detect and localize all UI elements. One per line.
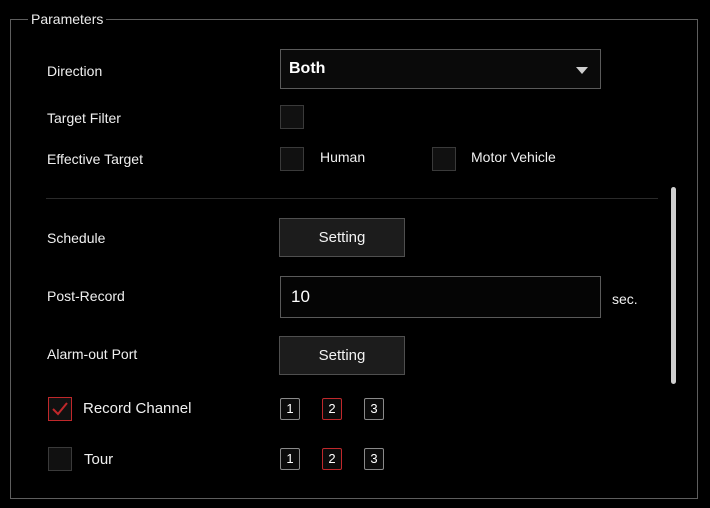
vertical-scrollbar[interactable] [671, 187, 676, 384]
direction-label: Direction [47, 63, 103, 79]
parameters-legend: Parameters [28, 11, 107, 27]
alarm-out-port-label: Alarm-out Port [47, 346, 138, 362]
record-channel-2[interactable]: 2 [322, 398, 342, 420]
post-record-label: Post-Record [47, 288, 125, 304]
section-divider [46, 198, 658, 199]
effective-target-label: Effective Target [47, 151, 143, 167]
tour-channel-1[interactable]: 1 [280, 448, 300, 470]
tour-label: Tour [84, 451, 114, 468]
motor-vehicle-checkbox[interactable] [432, 147, 456, 171]
schedule-label: Schedule [47, 230, 106, 246]
tour-channel-3[interactable]: 3 [364, 448, 384, 470]
chevron-down-icon [576, 67, 588, 74]
record-channel-label: Record Channel [83, 400, 192, 417]
tour-channel-2[interactable]: 2 [322, 448, 342, 470]
motor-vehicle-label: Motor Vehicle [471, 149, 556, 165]
direction-value: Both [289, 60, 326, 77]
record-channel-checkbox[interactable] [48, 397, 72, 421]
direction-select[interactable]: Both [280, 49, 601, 89]
post-record-input[interactable]: 10 [280, 276, 601, 318]
record-channel-1[interactable]: 1 [280, 398, 300, 420]
target-filter-checkbox[interactable] [280, 105, 304, 129]
parameters-fieldset [10, 19, 698, 499]
record-channel-3[interactable]: 3 [364, 398, 384, 420]
human-checkbox[interactable] [280, 147, 304, 171]
alarm-out-setting-button[interactable]: Setting [279, 336, 405, 375]
checkmark-icon [52, 402, 68, 416]
human-label: Human [320, 149, 366, 165]
post-record-unit: sec. [612, 291, 638, 307]
target-filter-label: Target Filter [47, 110, 121, 126]
tour-checkbox[interactable] [48, 447, 72, 471]
schedule-setting-button[interactable]: Setting [279, 218, 405, 257]
